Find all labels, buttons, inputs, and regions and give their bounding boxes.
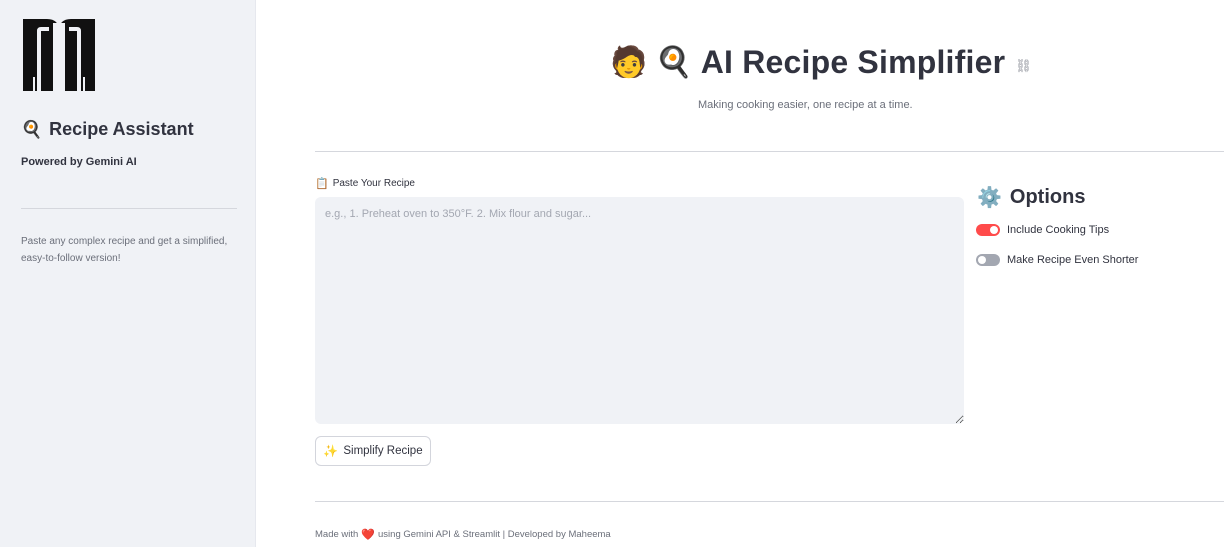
footer: Made with ❤️ using Gemini API & Streamli… — [315, 528, 611, 541]
footer-divider — [315, 501, 1224, 502]
page-title: 🧑 🍳 AI Recipe Simplifier ⛓ — [610, 44, 1032, 81]
sidebar-title: 🍳 Recipe Assistant — [21, 119, 194, 140]
page-subtitle: Making cooking easier, one recipe at a t… — [698, 99, 913, 111]
toggle-label: Include Cooking Tips — [1007, 224, 1110, 236]
toggle-knob — [978, 256, 986, 264]
link-icon[interactable]: ⛓ — [1015, 58, 1032, 74]
simplify-recipe-button[interactable]: ✨ Simplify Recipe — [315, 436, 431, 466]
toggle-knob — [990, 226, 998, 234]
toggle-switch[interactable] — [976, 224, 1000, 236]
simplify-recipe-button-label: Simplify Recipe — [343, 445, 423, 457]
page-title-text: AI Recipe Simplifier — [700, 44, 1006, 80]
toggle-label: Make Recipe Even Shorter — [1007, 254, 1139, 266]
person-icon: 🧑 — [610, 45, 648, 79]
toggle-switch[interactable] — [976, 254, 1000, 266]
clipboard-icon: 📋 — [315, 178, 329, 190]
options-heading-text: Options — [1009, 186, 1086, 208]
powered-by-text: Powered by Gemini AI — [21, 156, 137, 168]
pan-icon: 🍳 — [21, 120, 43, 139]
footer-suffix: using Gemini API & Streamlit | Developed… — [378, 529, 611, 540]
recipe-input-label-text: Paste Your Recipe — [332, 178, 415, 189]
stick-figure-logo-icon — [23, 19, 95, 91]
header-divider — [315, 151, 1224, 152]
footer-prefix: Made with — [315, 529, 359, 540]
recipe-input-label: 📋 Paste Your Recipe — [315, 177, 415, 190]
gear-icon: ⚙️ — [977, 187, 1002, 209]
toggle-make-recipe-shorter[interactable]: Make Recipe Even Shorter — [976, 254, 1138, 266]
heart-icon: ❤️ — [361, 529, 376, 541]
frying-pan-icon: 🍳 — [655, 45, 693, 79]
sidebar-description: Paste any complex recipe and get a simpl… — [21, 236, 228, 264]
sidebar: 🍳 Recipe Assistant Powered by Gemini AI … — [0, 0, 256, 547]
sidebar-divider — [21, 208, 237, 209]
sidebar-title-text: Recipe Assistant — [49, 119, 194, 139]
sparkles-icon: ✨ — [323, 444, 339, 458]
options-heading: ⚙️ Options — [977, 185, 1085, 210]
recipe-textarea[interactable] — [315, 197, 964, 424]
toggle-include-cooking-tips[interactable]: Include Cooking Tips — [976, 224, 1109, 236]
main-content: 🧑 🍳 AI Recipe Simplifier ⛓ Making cookin… — [256, 0, 1224, 547]
